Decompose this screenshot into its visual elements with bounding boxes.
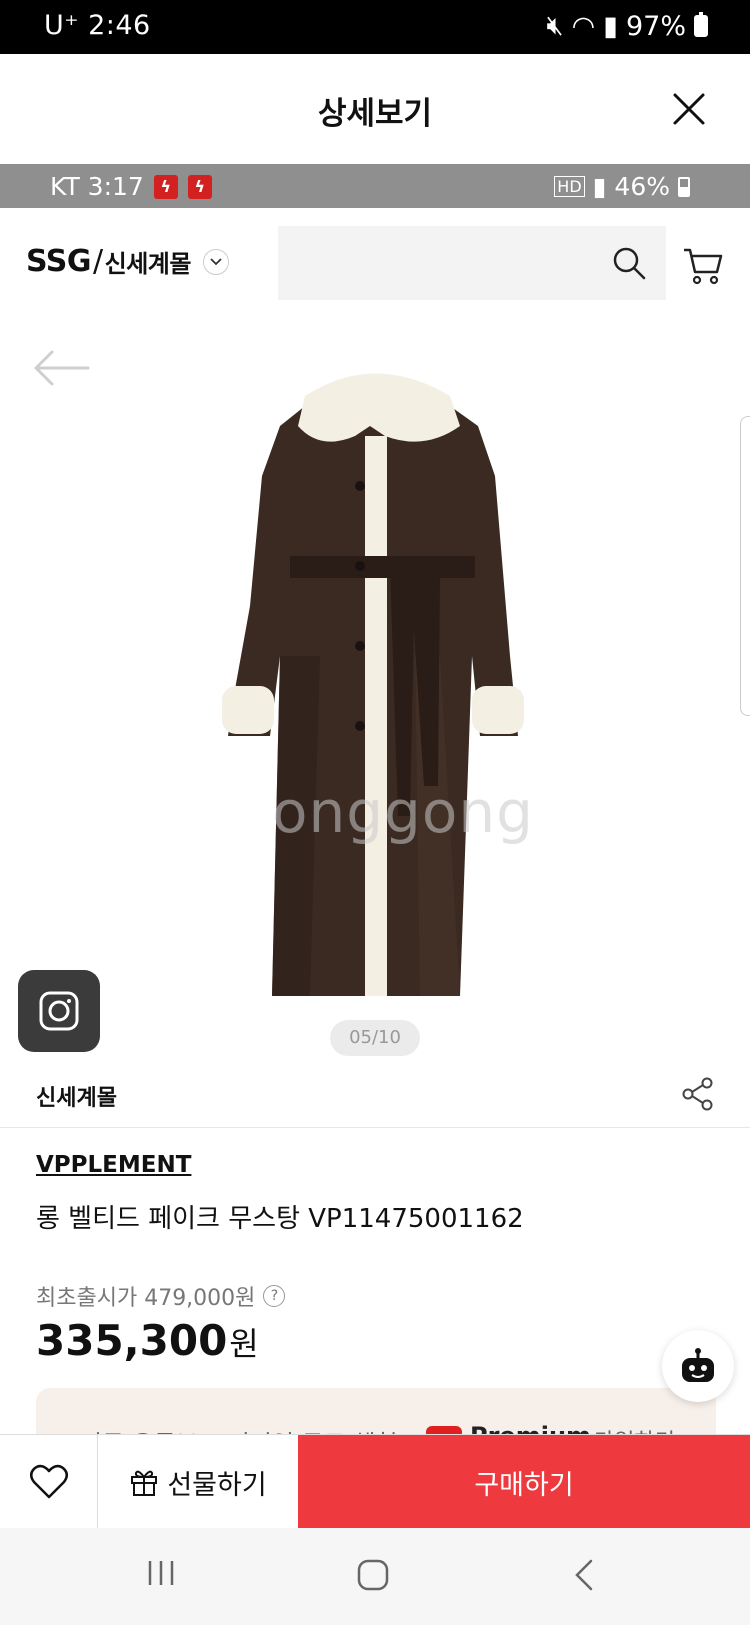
logo-sub: 신세계몰 — [104, 250, 192, 278]
camera-icon — [39, 991, 79, 1031]
battery-icon — [678, 176, 690, 197]
status-right: 🔇︎ ◠ ▮ 97% — [547, 10, 708, 42]
search-icon[interactable] — [612, 246, 646, 280]
inner-carrier-time: KT 3:17 — [50, 172, 144, 201]
watermark: onggong — [272, 778, 534, 846]
inner-battery-label: 46% — [614, 172, 670, 201]
lightning-icon: ϟ — [187, 174, 212, 199]
status-carrier-time: U⁺ 2:46 — [44, 10, 151, 41]
back-icon[interactable] — [572, 1558, 596, 1592]
inner-status-right: HD ▮ 46% — [554, 172, 690, 201]
seller-name[interactable]: 신세계몰 — [36, 1080, 117, 1112]
status-bar: U⁺ 2:46 🔇︎ ◠ ▮ 97% — [0, 0, 750, 54]
logo-slash: / — [93, 244, 103, 279]
help-icon[interactable]: ? — [263, 1285, 286, 1307]
price-value: 335,300 — [36, 1316, 228, 1365]
camera-search-button[interactable] — [18, 970, 100, 1052]
share-icon[interactable] — [680, 1076, 716, 1112]
hd-icon: HD — [554, 176, 585, 197]
search-input[interactable] — [278, 226, 666, 300]
detail-header: 상세보기 — [0, 54, 750, 164]
mute-icon: 🔇︎ — [546, 10, 564, 41]
seller-row: 신세계몰 — [0, 1058, 750, 1128]
close-icon[interactable] — [672, 92, 706, 126]
scroll-handle[interactable] — [740, 416, 750, 716]
wishlist-button[interactable] — [0, 1435, 98, 1529]
inner-status-bar: KT 3:17 ϟ ϟ HD ▮ 46% — [0, 164, 750, 208]
chevron-down-icon[interactable] — [202, 248, 229, 275]
original-price-label: 최초출시가 479,000원 — [36, 1286, 256, 1311]
system-nav-bar — [0, 1528, 750, 1625]
original-price: 최초출시가 479,000원 ? — [36, 1280, 286, 1312]
gift-label: 선물하기 — [167, 1469, 267, 1501]
product-image — [222, 373, 524, 996]
signal-icon: ▮ — [603, 10, 618, 42]
chatbot-button[interactable] — [662, 1330, 734, 1402]
brand-link[interactable]: VPPLEMENT — [36, 1152, 191, 1178]
product-name: 롱 벨티드 페이크 무스탕 VP11475001162 — [36, 1204, 524, 1234]
signal-icon: ▮ — [592, 172, 607, 201]
action-bar: 선물하기 구매하기 — [0, 1434, 750, 1529]
image-counter: 05/10 — [330, 1020, 420, 1056]
battery-icon — [694, 12, 708, 37]
back-arrow-icon[interactable] — [32, 348, 90, 388]
home-icon[interactable] — [356, 1558, 390, 1592]
robot-icon — [682, 1348, 714, 1382]
cart-icon[interactable] — [682, 246, 724, 286]
battery-label: 97% — [625, 10, 686, 42]
gift-icon — [131, 1470, 158, 1496]
gift-button[interactable]: 선물하기 — [98, 1435, 298, 1529]
price-unit: 원 — [229, 1325, 259, 1363]
product-gallery[interactable]: onggong 05/10 — [0, 308, 750, 1058]
buy-button[interactable]: 구매하기 — [298, 1435, 750, 1529]
ssg-header: SSG / 신세계몰 — [0, 208, 750, 308]
ssg-logo[interactable]: SSG / 신세계몰 — [26, 244, 229, 279]
logo-main: SSG — [26, 244, 92, 279]
page-title: 상세보기 — [317, 96, 433, 132]
sale-price: 335,300 원 — [36, 1316, 259, 1365]
recent-apps-icon[interactable] — [146, 1558, 176, 1588]
lightning-icon: ϟ — [153, 174, 178, 199]
heart-icon — [29, 1464, 68, 1499]
inner-status-left: KT 3:17 ϟ ϟ — [50, 172, 212, 201]
wifi-icon: ◠ — [571, 10, 596, 42]
